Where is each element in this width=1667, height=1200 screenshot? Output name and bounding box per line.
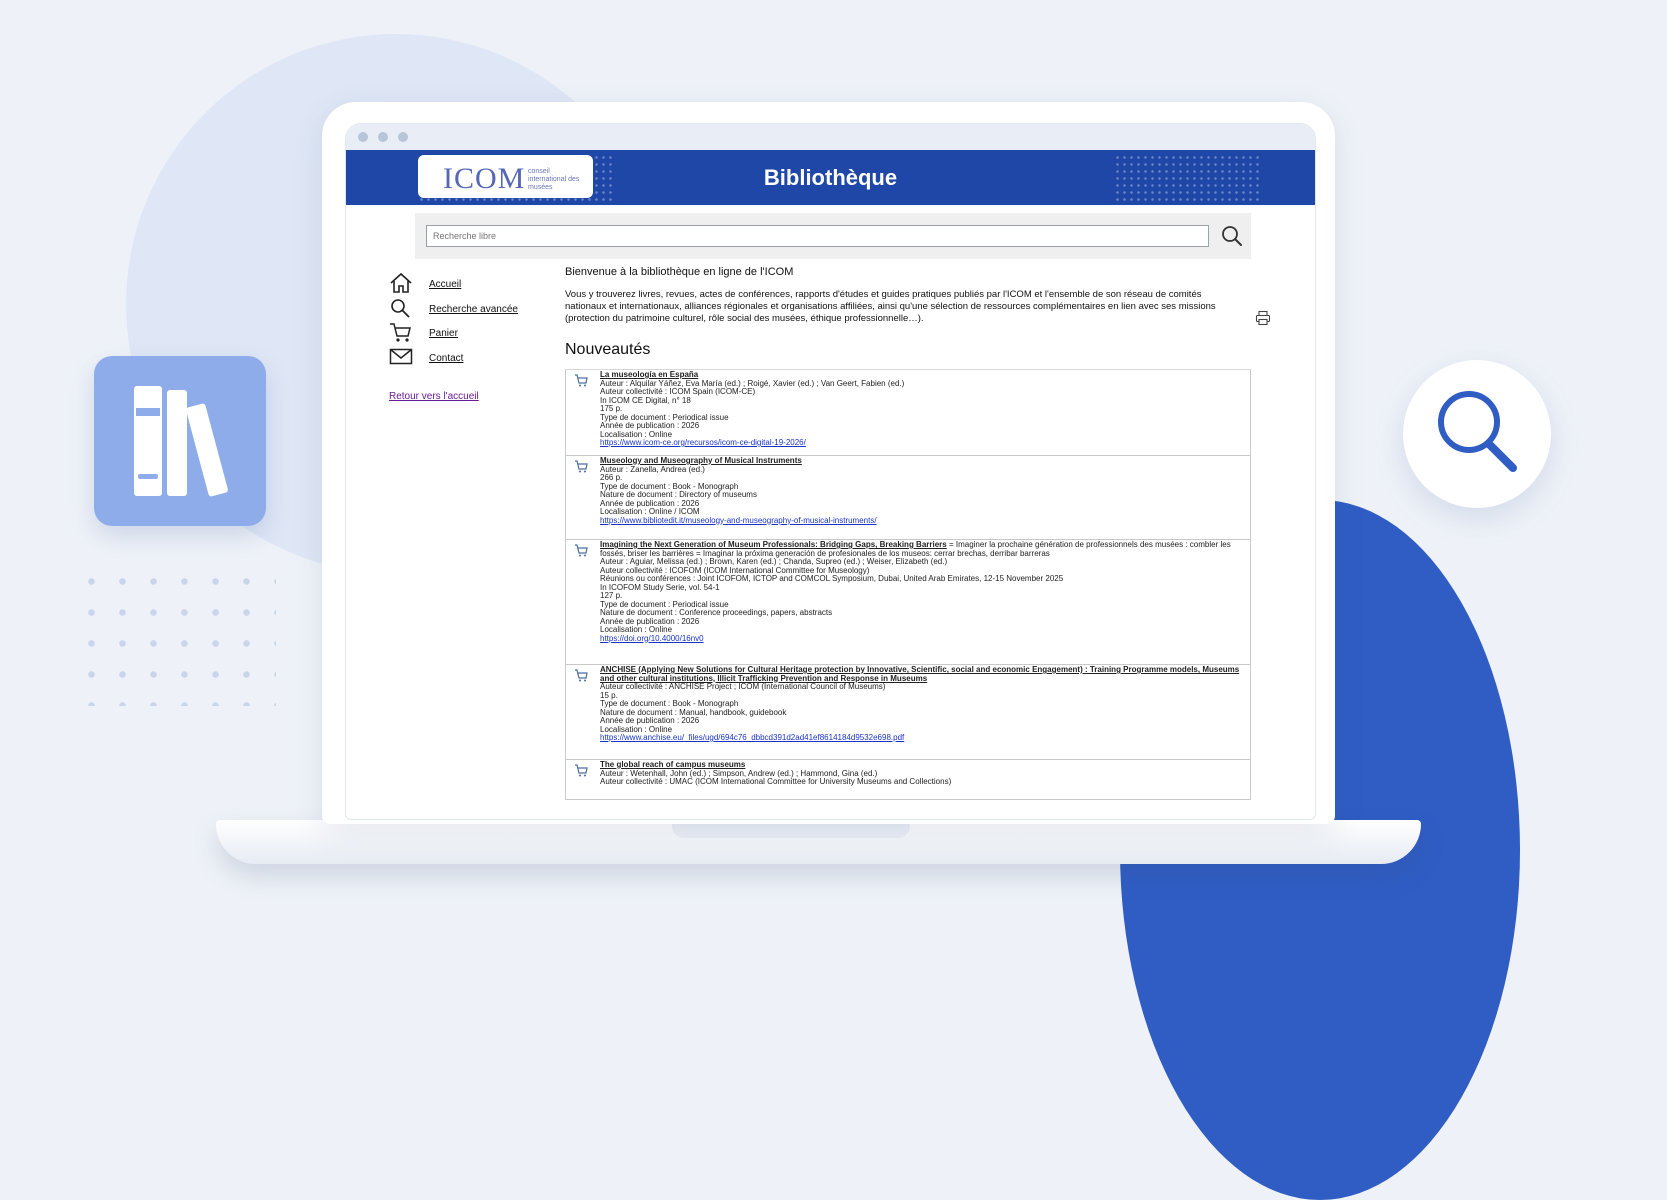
record-title[interactable]: La museología en España bbox=[600, 370, 698, 379]
search-bar bbox=[415, 213, 1251, 259]
welcome-heading: Bienvenue à la bibliothèque en ligne de … bbox=[565, 266, 794, 278]
record-line: Année de publication : 2026 bbox=[600, 716, 700, 725]
sidebar-item-accueil[interactable]: Accueil bbox=[389, 272, 549, 296]
add-to-cart-icon[interactable] bbox=[574, 373, 588, 387]
search-input[interactable] bbox=[426, 225, 1209, 247]
record-title[interactable]: ANCHISE (Applying New Solutions for Cult… bbox=[600, 665, 1239, 683]
magnifier-icon bbox=[1438, 391, 1517, 472]
record-line: In ICOFOM Study Serie, vol. 54-1 bbox=[600, 582, 720, 592]
print-button[interactable] bbox=[1255, 310, 1271, 331]
search-icon bbox=[391, 299, 410, 318]
sidebar-item-label: Panier bbox=[429, 328, 458, 339]
list-item: The global reach of campus museums Auteu… bbox=[565, 760, 1251, 800]
window-dot bbox=[398, 132, 408, 142]
record-line: Auteur collectivité : ICOM Spain (ICOM-C… bbox=[600, 387, 756, 396]
record-title[interactable]: The global reach of campus museums bbox=[600, 760, 745, 769]
record-line: Auteur : Zanella, Andrea (ed.) bbox=[600, 464, 705, 474]
records-list: La museología en España Auteur : Alquila… bbox=[565, 369, 1251, 800]
add-to-cart-icon[interactable] bbox=[574, 668, 588, 682]
record-line: In ICOM CE Digital, n° 18 bbox=[600, 395, 691, 405]
add-to-cart-icon[interactable] bbox=[574, 543, 588, 557]
record-link[interactable]: https://www.anchise.eu/_files/ugd/694c76… bbox=[600, 733, 904, 742]
sidebar-item-label: Accueil bbox=[429, 279, 462, 290]
window-dot bbox=[378, 132, 388, 142]
news-heading: Nouveautés bbox=[565, 341, 651, 358]
record-line: Année de publication : 2026 bbox=[600, 616, 700, 626]
record-link[interactable]: https://www.icom-ce.org/recursos/icom-ce… bbox=[600, 438, 806, 447]
home-icon bbox=[390, 272, 412, 293]
library-books-tile bbox=[94, 356, 266, 526]
record-link[interactable]: https://doi.org/10.4000/16nv0 bbox=[600, 634, 704, 643]
books-icon bbox=[134, 386, 228, 497]
list-item: ANCHISE (Applying New Solutions for Cult… bbox=[565, 665, 1251, 760]
record-link[interactable]: https://www.bibliotedit.it/museology-and… bbox=[600, 516, 877, 525]
background-dots bbox=[76, 566, 276, 706]
intro-text: Vous y trouverez livres, revues, actes d… bbox=[565, 289, 1216, 324]
search-icon bbox=[1222, 226, 1242, 246]
list-item: Museology and Museography of Musical Ins… bbox=[565, 456, 1251, 540]
list-item: La museología en España Auteur : Alquila… bbox=[565, 369, 1251, 456]
sidebar-item-label: Contact bbox=[429, 353, 464, 364]
back-to-home-link[interactable]: Retour vers l'accueil bbox=[389, 391, 479, 402]
window-dot bbox=[358, 132, 368, 142]
mail-icon bbox=[389, 348, 413, 365]
record-line: Auteur collectivité : UMAC (ICOM Interna… bbox=[600, 777, 952, 786]
printer-icon bbox=[1255, 310, 1271, 326]
add-to-cart-icon[interactable] bbox=[574, 459, 588, 473]
sidebar-item-label: Recherche avancée bbox=[429, 304, 518, 315]
cart-icon bbox=[390, 323, 411, 342]
sidebar-item-panier[interactable]: Panier bbox=[389, 321, 549, 345]
list-item: Imagining the Next Generation of Museum … bbox=[565, 540, 1251, 665]
page-title: Bibliothèque bbox=[763, 165, 898, 190]
sidebar-item-advanced-search[interactable]: Recherche avancée bbox=[389, 297, 549, 321]
search-bubble bbox=[1403, 360, 1551, 508]
browser-window: ICOM conseil international des musées Bi… bbox=[345, 123, 1316, 820]
search-button[interactable] bbox=[1219, 223, 1245, 249]
sidebar-item-contact[interactable]: Contact bbox=[389, 346, 549, 370]
record-title[interactable]: Museology and Museography of Musical Ins… bbox=[600, 456, 802, 465]
browser-titlebar bbox=[346, 124, 1315, 150]
add-to-cart-icon[interactable] bbox=[574, 763, 588, 777]
record-line: Année de publication : 2026 bbox=[600, 421, 700, 430]
site-header: ICOM conseil international des musées Bi… bbox=[346, 150, 1315, 205]
record-line: Auteur collectivité : ANCHISE Project ; … bbox=[600, 682, 886, 691]
